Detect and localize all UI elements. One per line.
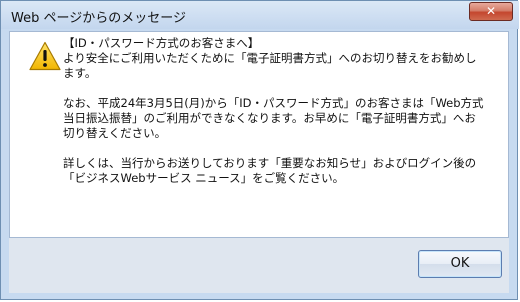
close-button[interactable]: ✕ (469, 2, 513, 21)
message-paragraph: なお、平成24年3月5日(月)から「ID・パスワード方式」のお客さまは「Web方… (63, 96, 484, 140)
message-paragraph: 【ID・パスワード方式のお客さまへ】 より安全にご利用いただくために「電子証明書… (63, 36, 477, 80)
button-bar: OK (9, 238, 509, 293)
message-text: 【ID・パスワード方式のお客さまへ】 より安全にご利用いただくために「電子証明書… (63, 36, 485, 201)
ok-button[interactable]: OK (418, 250, 502, 278)
message-paragraph: 詳しくは、当行からお送りしております「重要なお知らせ」およびログイン後の「ビジネ… (63, 156, 477, 185)
close-icon: ✕ (485, 4, 497, 18)
warning-icon (29, 41, 61, 71)
title-bar[interactable]: Web ページからのメッセージ ✕ (1, 1, 519, 29)
message-dialog: Web ページからのメッセージ ✕ 【ID・パスワード方式のお客さまへ】 より安… (0, 0, 519, 300)
dialog-title: Web ページからのメッセージ (11, 11, 186, 26)
